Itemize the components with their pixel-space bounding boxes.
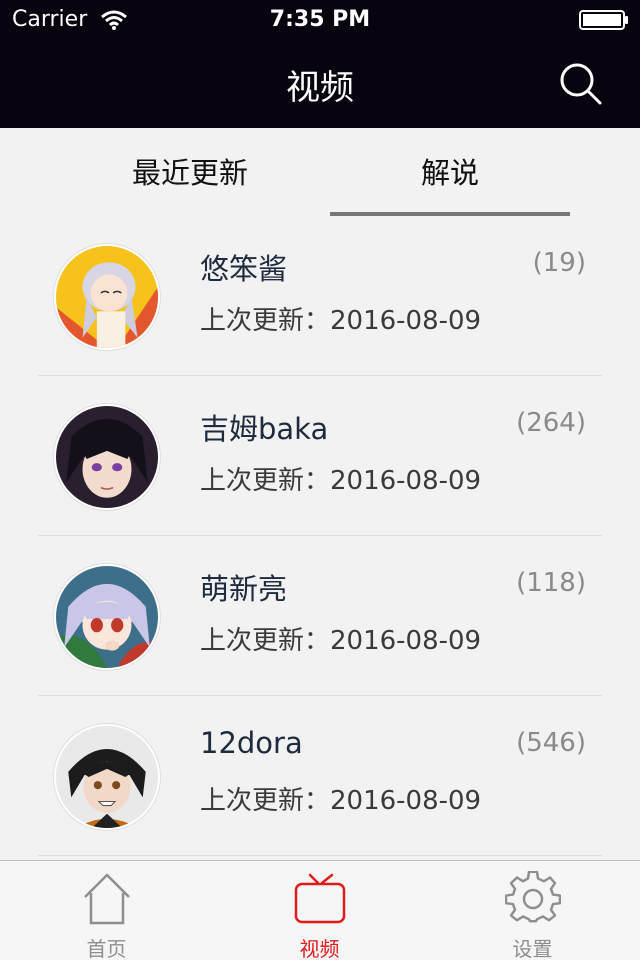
avatar [54,244,160,350]
tab-video-label: 视频 [299,937,340,960]
uploader-name: 吉姆baka [200,412,329,446]
last-updated: 上次更新：2016-08-09 [200,626,482,656]
uploader-name: 12dora [200,726,303,760]
segment-tabs: 最近更新 解说 [0,128,640,216]
video-count: (264) [516,408,586,438]
battery-icon [579,10,628,30]
list-item[interactable]: 萌新亮 (118) 上次更新：2016-08-09 [0,536,640,696]
uploader-name: 悠笨酱 [200,252,288,286]
status-bar: Carrier 7:35 PM [0,0,640,40]
last-updated: 上次更新：2016-08-09 [200,466,482,496]
search-icon[interactable] [556,60,606,106]
list-item[interactable]: 悠笨酱 (19) 上次更新：2016-08-09 [0,216,640,376]
video-count: (118) [516,568,586,598]
avatar [54,404,160,510]
tab-home-label: 首页 [86,937,127,960]
gear-icon [504,871,561,923]
tab-recent-updates[interactable]: 最近更新 [60,128,320,216]
avatar [54,564,160,670]
tab-home[interactable]: 首页 [0,861,213,960]
tab-settings-label: 设置 [512,937,553,960]
last-updated: 上次更新：2016-08-09 [200,786,482,816]
page-title: 视频 [286,68,354,108]
tab-commentary[interactable]: 解说 [330,128,570,216]
row-divider [38,855,602,856]
app-root: Carrier 7:35 PM 视频 最近更新 解说 悠笨酱 (19) 上次更新… [0,0,640,960]
list-item[interactable]: 吉姆baka (264) 上次更新：2016-08-09 [0,376,640,536]
home-icon [83,873,130,925]
tab-video[interactable]: 视频 [213,861,426,960]
list-item[interactable]: 12dora (546) 上次更新：2016-08-09 [0,696,640,856]
video-count: (19) [532,248,586,278]
video-count: (546) [516,728,586,758]
bottom-tab-bar: 首页 视频 设置 [0,860,640,960]
tv-icon [294,873,345,924]
uploader-list: 悠笨酱 (19) 上次更新：2016-08-09 吉姆baka (264) 上次… [0,216,640,860]
uploader-name: 萌新亮 [200,572,288,606]
tab-settings[interactable]: 设置 [426,861,639,960]
status-time: 7:35 PM [269,7,371,32]
avatar [54,724,160,830]
top-bar: Carrier 7:35 PM 视频 [0,0,640,128]
last-updated: 上次更新：2016-08-09 [200,306,482,336]
